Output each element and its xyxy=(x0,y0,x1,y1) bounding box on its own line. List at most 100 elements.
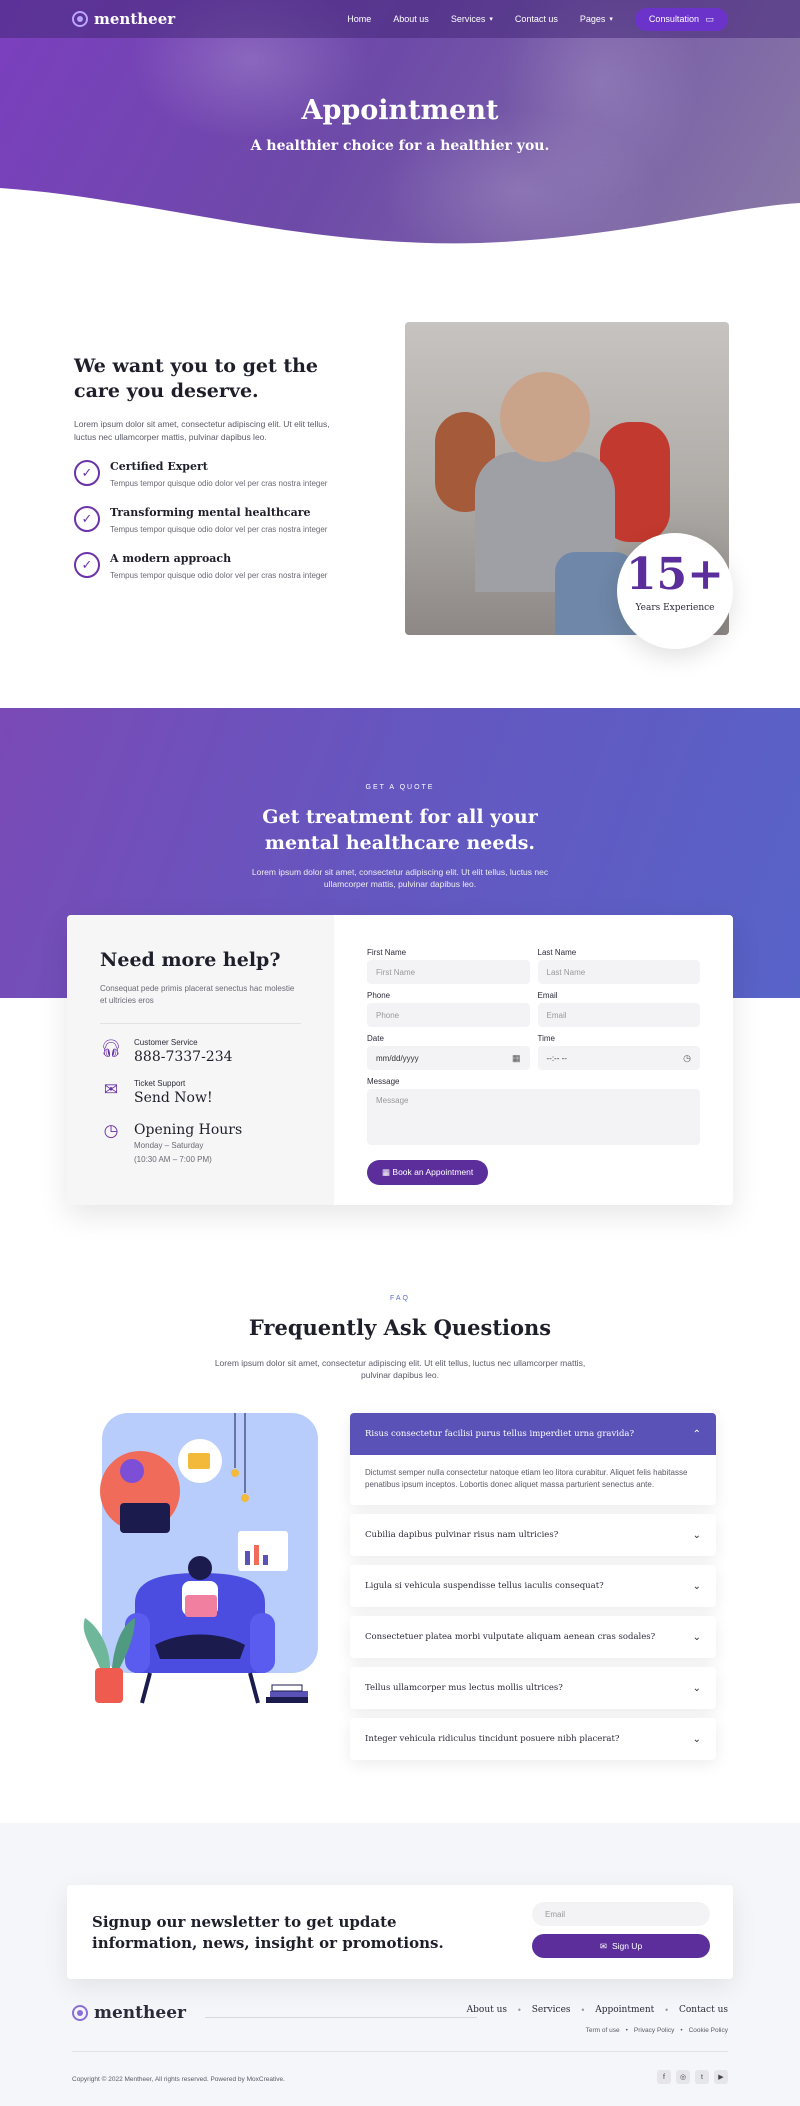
feature-text: Tempus tempor quisque odio dolor vel per… xyxy=(110,571,328,580)
faq-item: Integer vehicula ridiculus tincidunt pos… xyxy=(350,1718,716,1760)
phone-input[interactable]: Phone xyxy=(367,1003,530,1027)
faq-answer: Dictumst semper nulla consectetur natoqu… xyxy=(365,1468,688,1489)
time-input[interactable]: --:-- -- ◷ xyxy=(537,1046,700,1070)
ticket-label: Ticket Support xyxy=(134,1079,186,1088)
signup-label: Sign Up xyxy=(611,1941,643,1951)
faq-accordion: Risus consectetur facilisi purus tellus … xyxy=(350,1413,716,1769)
experience-number: 15+ xyxy=(625,549,725,600)
email-label: Email xyxy=(537,991,558,1000)
chevron-down-icon: ⌄ xyxy=(692,1682,701,1694)
ticket-support: ✉ Ticket Support Send Now! xyxy=(100,1079,301,1106)
faq-item: Ligula si vehicula suspendisse tellus ia… xyxy=(350,1565,716,1607)
top-navbar: mentheer Home About us Services ▾ Contac… xyxy=(0,0,800,38)
customer-service: 🎧︎ Customer Service 888-7337-234 xyxy=(100,1038,301,1065)
faq-question: Cubilia dapibus pulvinar risus nam ultri… xyxy=(365,1530,559,1540)
faq-question: Integer vehicula ridiculus tincidunt pos… xyxy=(365,1734,620,1744)
chevron-down-icon: ▾ xyxy=(489,16,493,23)
signup-button[interactable]: ✉ Sign Up xyxy=(532,1934,710,1958)
check-circle-icon: ✓ xyxy=(74,552,100,578)
footer-logo[interactable]: mentheer xyxy=(72,2003,186,2023)
social-links: f ◎ t ▶ xyxy=(657,2070,728,2084)
feature-item: ✓ Certified Expert Tempus tempor quisque … xyxy=(74,460,334,490)
copyright-text: Copyright © 2022 Mentheer, All rights re… xyxy=(72,2076,285,2083)
help-panel: Need more help? Consequat pede primis pl… xyxy=(67,915,334,1205)
clock-icon[interactable]: ◷ xyxy=(683,1053,691,1064)
hours-title: Opening Hours xyxy=(134,1122,243,1138)
consultation-label: Consultation xyxy=(648,13,699,24)
footer-nav: About us • Services • Appointment • Contact… xyxy=(466,2005,728,2015)
main-nav: Home About us Services ▾ Contact us Page… xyxy=(347,7,728,31)
feature-title: Transforming mental healthcare xyxy=(110,506,311,519)
chevron-down-icon: ⌄ xyxy=(692,1529,701,1541)
opening-hours: ◷ Opening Hours Monday – Saturday (10:30… xyxy=(100,1120,301,1166)
footer-section: Signup our newsletter to get update info… xyxy=(0,1823,800,2106)
footer-link-appointment[interactable]: Appointment xyxy=(595,2005,654,2015)
calendar-icon[interactable]: ▦ xyxy=(512,1053,521,1064)
date-input[interactable]: mm/dd/yyyy ▦ xyxy=(367,1046,530,1070)
feature-text: Tempus tempor quisque odio dolor vel per… xyxy=(110,479,328,488)
nav-home[interactable]: Home xyxy=(347,14,371,24)
instagram-icon[interactable]: ◎ xyxy=(676,2070,690,2084)
footer-brand-name: mentheer xyxy=(94,2003,186,2023)
logo-icon xyxy=(72,2005,88,2021)
headset-icon: 🎧︎ xyxy=(100,1039,122,1058)
faq-question: Ligula si vehicula suspendisse tellus ia… xyxy=(365,1581,604,1591)
first-name-input[interactable]: First Name xyxy=(367,960,530,984)
faq-item: Cubilia dapibus pulvinar risus nam ultri… xyxy=(350,1514,716,1556)
nav-contact[interactable]: Contact us xyxy=(515,14,558,24)
envelope-icon: ✉ xyxy=(103,1080,119,1099)
chat-icon: ▭ xyxy=(705,13,714,24)
check-circle-icon: ✓ xyxy=(74,506,100,532)
experience-badge: 15+ Years Experience xyxy=(617,533,733,649)
message-textarea[interactable]: Message xyxy=(367,1089,700,1145)
faq-question-toggle[interactable]: Risus consectetur facilisi purus tellus … xyxy=(350,1413,716,1455)
care-description: Lorem ipsum dolor sit amet, consectetur … xyxy=(74,419,330,442)
faq-description: Lorem ipsum dolor sit amet, consectetur … xyxy=(214,1358,586,1380)
youtube-icon[interactable]: ▶ xyxy=(714,2070,728,2084)
faq-item: Consectetuer platea morbi vulputate aliq… xyxy=(350,1616,716,1658)
faq-question-toggle[interactable]: Cubilia dapibus pulvinar risus nam ultri… xyxy=(350,1514,716,1556)
appointment-card: Need more help? Consequat pede primis pl… xyxy=(67,915,733,1205)
phone-label: Phone xyxy=(367,991,391,1000)
feature-title: A modern approach xyxy=(110,552,232,565)
email-input[interactable]: Email xyxy=(537,1003,700,1027)
feature-item: ✓ A modern approach Tempus tempor quisque… xyxy=(74,552,334,582)
faq-section: FAQ Frequently Ask Questions Lorem ipsum… xyxy=(0,1263,800,1823)
feature-title: Certified Expert xyxy=(110,460,208,473)
clock-icon: ◷ xyxy=(103,1121,119,1140)
faq-question-toggle[interactable]: Consectetuer platea morbi vulputate aliq… xyxy=(350,1616,716,1658)
book-appointment-button[interactable]: ▦ Book an Appointment xyxy=(367,1160,489,1185)
footer-divider xyxy=(72,2051,728,2052)
nav-pages[interactable]: Pages xyxy=(580,14,606,24)
twitter-icon[interactable]: t xyxy=(695,2070,709,2084)
appointment-form: First Name First Name Last Name Last Name … xyxy=(334,915,733,1205)
phone-number[interactable]: 888-7337-234 xyxy=(134,1049,233,1065)
consultation-button[interactable]: Consultation ▭ xyxy=(634,7,728,31)
meditation-illustration xyxy=(83,1413,318,1704)
quote-kicker: GET A QUOTE xyxy=(365,784,435,791)
message-label: Message xyxy=(367,1077,400,1086)
feature-item: ✓ Transforming mental healthcare Tempus t… xyxy=(74,506,334,536)
faq-question-toggle[interactable]: Ligula si vehicula suspendisse tellus ia… xyxy=(350,1565,716,1607)
footer-link-about[interactable]: About us xyxy=(467,2005,507,2015)
time-label: Time xyxy=(537,1034,555,1043)
experience-label: Years Experience xyxy=(635,603,715,613)
brand-logo[interactable]: mentheer xyxy=(72,10,175,28)
nav-about[interactable]: About us xyxy=(393,14,429,24)
last-name-input[interactable]: Last Name xyxy=(537,960,700,984)
quote-title: Get treatment for all your mental health… xyxy=(262,806,538,854)
hours-days: Monday – Saturday xyxy=(134,1141,204,1150)
date-label: Date xyxy=(367,1034,384,1043)
care-title: We want you to get the care you deserve. xyxy=(74,355,319,402)
faq-question-toggle[interactable]: Tellus ullamcorper mus lectus mollis ult… xyxy=(350,1667,716,1709)
send-now-link[interactable]: Send Now! xyxy=(134,1090,213,1106)
newsletter-email-input[interactable]: Email xyxy=(532,1902,710,1926)
faq-question-toggle[interactable]: Integer vehicula ridiculus tincidunt pos… xyxy=(350,1718,716,1760)
footer-link-services[interactable]: Services xyxy=(532,2005,571,2015)
faq-kicker: FAQ xyxy=(389,1295,410,1302)
chevron-down-icon: ▾ xyxy=(609,16,613,23)
nav-services[interactable]: Services xyxy=(451,14,486,24)
facebook-icon[interactable]: f xyxy=(657,2070,671,2084)
footer-link-contact[interactable]: Contact us xyxy=(679,2005,728,2015)
care-intro: We want you to get the care you deserve.… xyxy=(74,354,334,582)
